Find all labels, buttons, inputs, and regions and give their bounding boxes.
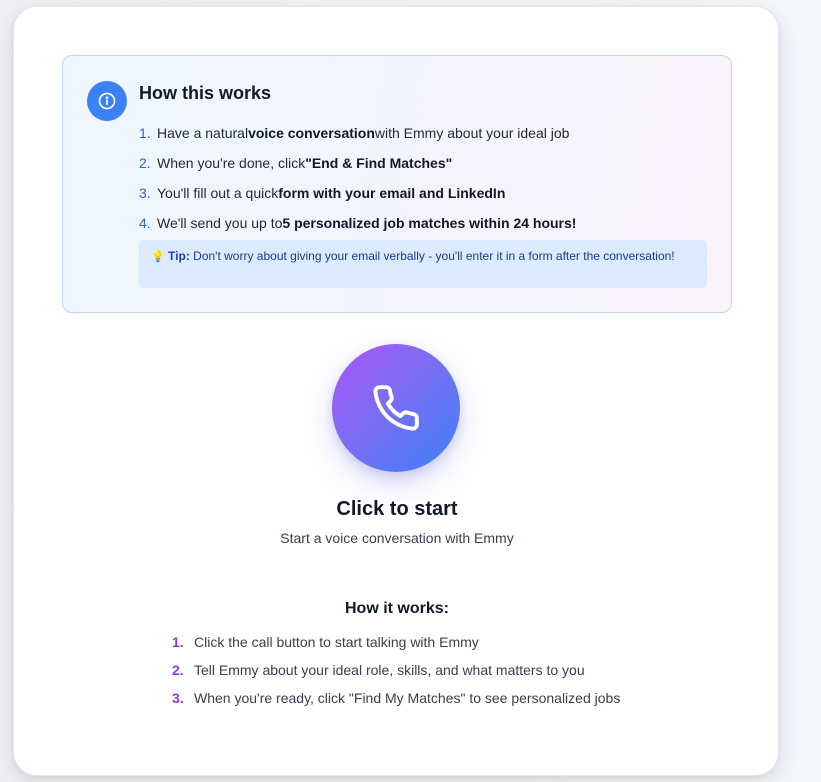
main-card: How this works 1. Have a natural voice c… <box>13 6 779 776</box>
step-number: 3. <box>139 185 151 201</box>
step-text-bold: 5 personalized job matches within 24 hou… <box>282 215 577 231</box>
list-item: 2. Tell Emmy about your ideal role, skil… <box>172 660 622 680</box>
start-subtitle: Start a voice conversation with Emmy <box>280 530 514 546</box>
how-this-works-panel: How this works 1. Have a natural voice c… <box>62 55 732 313</box>
step-item: 2. When you're done, click "End & Find M… <box>139 148 576 178</box>
phone-icon <box>373 385 419 431</box>
step-number: 2. <box>139 155 151 171</box>
step-text-pre: You'll fill out a quick <box>157 185 279 201</box>
step-number: 1. <box>172 634 184 650</box>
start-title: Click to start <box>336 498 458 520</box>
step-item: 3. You'll fill out a quick form with you… <box>139 178 576 208</box>
step-item: 1. Have a natural voice conversation wit… <box>139 118 576 148</box>
step-number: 2. <box>172 662 184 678</box>
step-text-bold: voice conversation <box>248 125 375 141</box>
start-call-button[interactable] <box>332 344 460 472</box>
step-text: When you're ready, click "Find My Matche… <box>194 690 621 706</box>
panel-title: How this works <box>139 83 272 103</box>
list-item: 3. When you're ready, click "Find My Mat… <box>172 688 622 708</box>
info-icon <box>87 81 127 121</box>
tip-label: Tip: <box>168 249 190 263</box>
step-text-pre: Have a natural <box>157 125 249 141</box>
how-it-works-title: How it works: <box>344 600 449 617</box>
tip-text: Don't worry about giving your email verb… <box>189 249 675 263</box>
lightbulb-icon: 💡 <box>151 251 165 263</box>
step-text-pre: When you're done, click <box>157 155 306 171</box>
step-number: 1. <box>139 125 151 141</box>
step-number: 3. <box>172 690 184 706</box>
how-it-works-list: 1. Click the call button to start talkin… <box>172 632 622 716</box>
step-text-post: with Emmy about your ideal job <box>374 125 570 141</box>
steps-list: 1. Have a natural voice conversation wit… <box>139 118 576 238</box>
step-text-bold: form with your email and LinkedIn <box>278 185 506 201</box>
step-number: 4. <box>139 215 151 231</box>
list-item: 1. Click the call button to start talkin… <box>172 632 622 652</box>
step-text-bold: "End & Find Matches" <box>305 155 453 171</box>
step-text: Click the call button to start talking w… <box>194 634 479 650</box>
step-text: Tell Emmy about your ideal role, skills,… <box>194 662 585 678</box>
step-text-pre: We'll send you up to <box>157 215 283 231</box>
step-item: 4. We'll send you up to 5 personalized j… <box>139 208 576 238</box>
tip-box: 💡 Tip: Don't worry about giving your ema… <box>139 240 707 288</box>
